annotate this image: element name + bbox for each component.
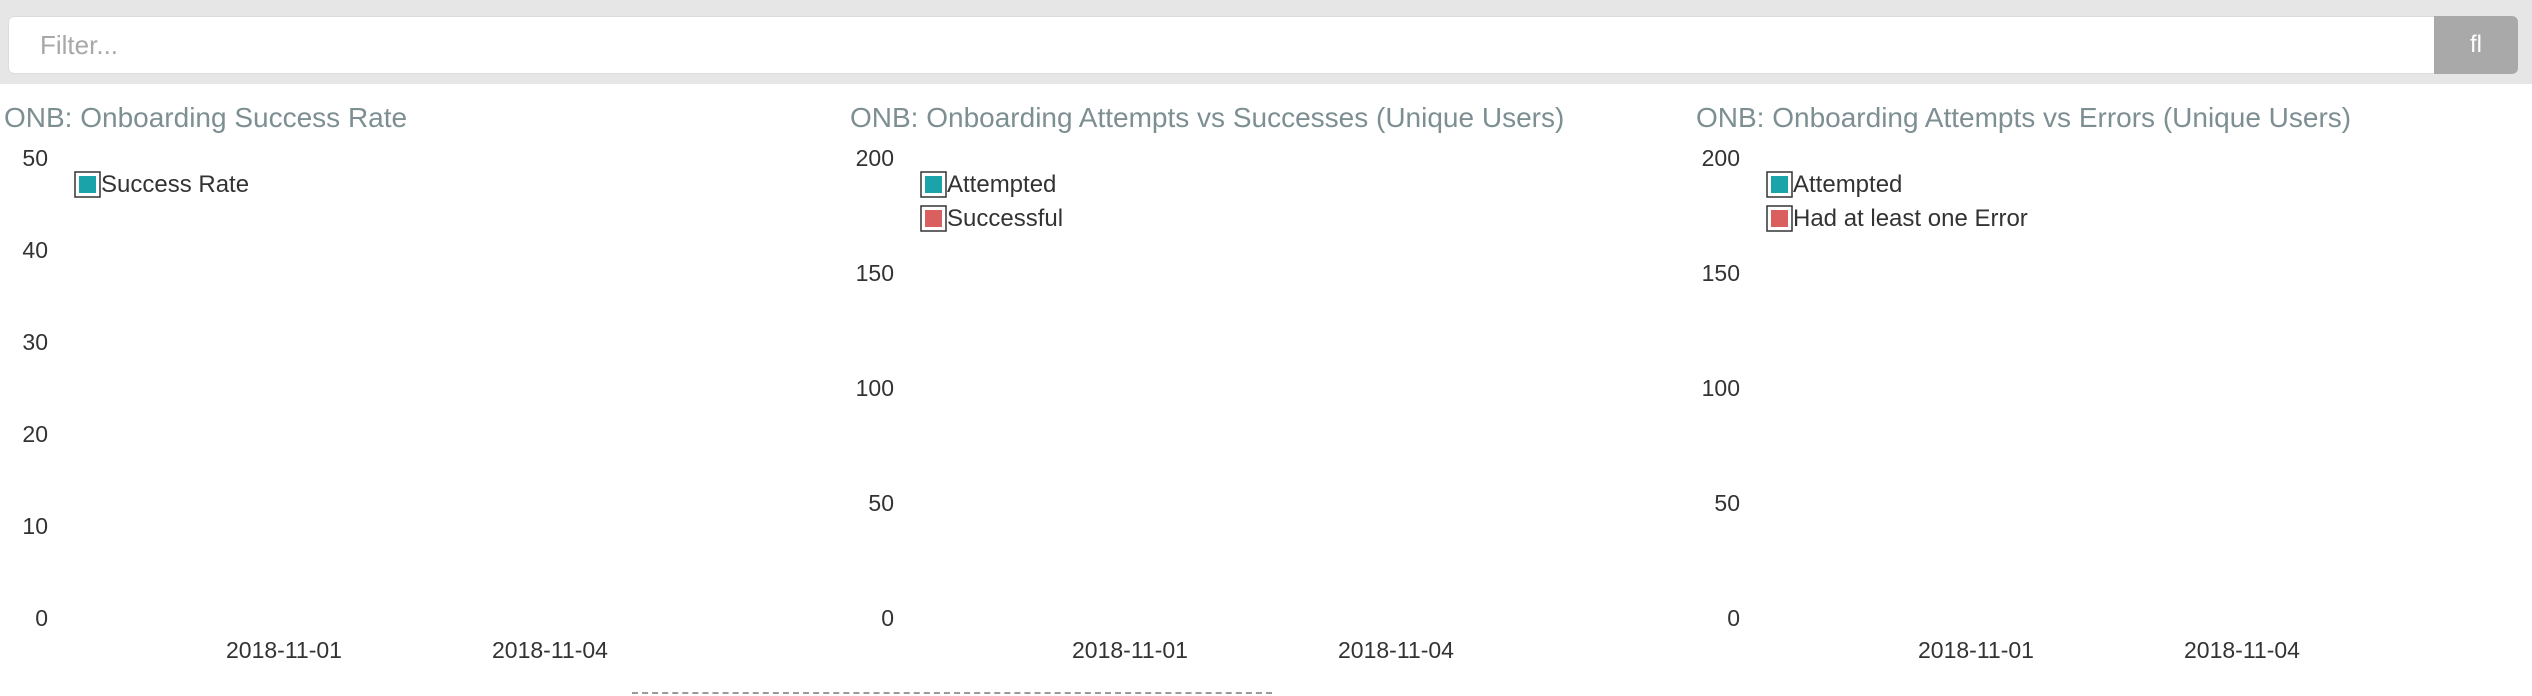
x-tick-label: 2018-11-04 bbox=[1338, 637, 1454, 663]
y-tick-label: 100 bbox=[1702, 375, 1740, 401]
x-tick-label: 2018-11-04 bbox=[2184, 637, 2300, 663]
y-tick-label: 20 bbox=[22, 421, 48, 447]
chart-panel-attempts-successes: 0 50 100 150 200 2018-11-01 2018-11-04 Attempte… bbox=[846, 96, 1692, 696]
chart-panel-attempts-errors: 0 50 100 150 200 2018-11-01 2018-11-04 Attempte… bbox=[1692, 96, 2532, 696]
filter-button[interactable]: fl bbox=[2434, 16, 2518, 74]
filter-icon: fl bbox=[2470, 31, 2482, 58]
y-tick-label: 0 bbox=[881, 605, 894, 631]
y-tick-label: 0 bbox=[1727, 605, 1740, 631]
legend-item[interactable]: Attempted bbox=[920, 171, 1056, 198]
y-tick-label: 50 bbox=[22, 145, 48, 171]
x-tick-label: 2018-11-01 bbox=[1918, 637, 2034, 663]
chart-title: ONB: Onboarding Attempts vs Errors (Uniq… bbox=[1696, 102, 2352, 133]
y-tick-label: 50 bbox=[868, 490, 894, 516]
legend-label: Attempted bbox=[1793, 171, 1902, 198]
y-tick-label: 30 bbox=[22, 329, 48, 355]
y-tick-label: 0 bbox=[35, 605, 48, 631]
x-tick-label: 2018-11-04 bbox=[492, 637, 608, 663]
y-tick-label: 50 bbox=[1714, 490, 1740, 516]
x-tick-label: 2018-11-01 bbox=[226, 637, 342, 663]
legend-swatch bbox=[79, 176, 96, 193]
legend-swatch bbox=[1771, 210, 1788, 227]
x-tick-label: 2018-11-01 bbox=[1072, 637, 1188, 663]
filter-bar: fl bbox=[0, 0, 2532, 84]
y-tick-label: 200 bbox=[856, 145, 894, 171]
chart-title: ONB: Onboarding Attempts vs Successes (U… bbox=[850, 102, 1565, 133]
chart-attempts-errors: 0 50 100 150 200 2018-11-01 2018-11-04 Attempte… bbox=[1702, 145, 2301, 663]
legend-swatch bbox=[925, 210, 942, 227]
chart-title: ONB: Onboarding Success Rate bbox=[4, 102, 408, 133]
legend-label: Successful bbox=[947, 205, 1063, 232]
legend-item[interactable]: Attempted bbox=[1766, 171, 1902, 198]
filter-input[interactable] bbox=[8, 16, 2434, 74]
chart-panel-success-rate: 0 10 20 30 40 50 2018-11-01 2018-11-04 Success R… bbox=[0, 96, 846, 696]
y-tick-label: 150 bbox=[856, 260, 894, 286]
legend-item[interactable]: Success Rate bbox=[74, 171, 249, 198]
legend-label: Had at least one Error bbox=[1793, 205, 2028, 232]
legend-item[interactable]: Successful bbox=[920, 205, 1063, 232]
filter-container: fl bbox=[8, 16, 2518, 74]
y-tick-label: 150 bbox=[1702, 260, 1740, 286]
chart-attempts-successes: 0 50 100 150 200 2018-11-01 2018-11-04 Attempte… bbox=[856, 145, 1455, 663]
y-tick-label: 40 bbox=[22, 237, 48, 263]
legend-swatch bbox=[925, 176, 942, 193]
y-tick-label: 100 bbox=[856, 375, 894, 401]
legend-item[interactable]: Had at least one Error bbox=[1766, 205, 2028, 232]
y-tick-label: 10 bbox=[22, 513, 48, 539]
chart-success-rate: 0 10 20 30 40 50 2018-11-01 2018-11-04 Success R… bbox=[22, 145, 608, 663]
y-tick-label: 200 bbox=[1702, 145, 1740, 171]
legend-swatch bbox=[1771, 176, 1788, 193]
legend-label: Success Rate bbox=[101, 171, 249, 198]
legend-label: Attempted bbox=[947, 171, 1056, 198]
divider bbox=[632, 692, 1272, 694]
